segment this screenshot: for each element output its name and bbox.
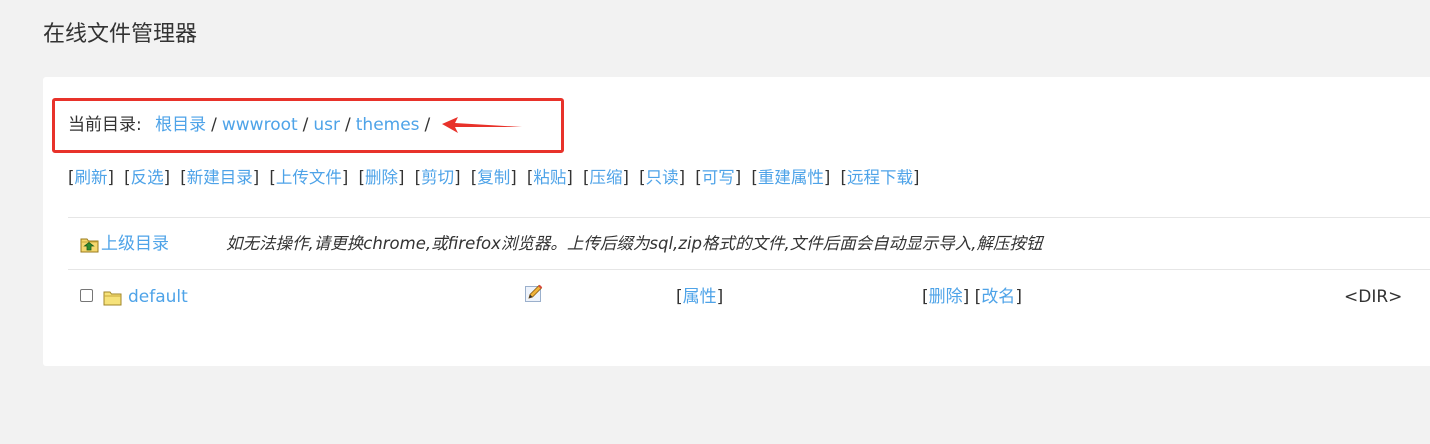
breadcrumb-item-root[interactable]: 根目录: [155, 115, 206, 135]
paste-button[interactable]: 粘贴: [533, 168, 566, 187]
divider: [68, 217, 1430, 218]
breadcrumb-item-themes[interactable]: themes: [356, 115, 420, 135]
breadcrumb-item-usr[interactable]: usr: [313, 115, 340, 135]
folder-icon: [103, 291, 122, 306]
edit-icon[interactable]: [524, 283, 544, 303]
writable-button[interactable]: 可写: [702, 168, 735, 187]
breadcrumb: 当前目录: 根目录 / wwwroot / usr / themes /: [68, 113, 435, 137]
folder-up-icon[interactable]: [80, 235, 99, 253]
remote-download-button[interactable]: 远程下载: [847, 168, 913, 187]
cut-button[interactable]: 剪切: [421, 168, 454, 187]
rebuild-attributes-button[interactable]: 重建属性: [758, 168, 824, 187]
file-manager-panel: 当前目录: 根目录 / wwwroot / usr / themes / [刷新] [反选] …: [43, 77, 1430, 366]
file-name-link[interactable]: default: [128, 284, 188, 310]
file-select-checkbox[interactable]: [80, 289, 93, 302]
breadcrumb-label: 当前目录:: [68, 115, 142, 135]
read-only-button[interactable]: 只读: [646, 168, 679, 187]
attributes-cell: [属性]: [676, 287, 724, 307]
invert-selection-button[interactable]: 反选: [131, 168, 164, 187]
refresh-button[interactable]: 刷新: [74, 168, 107, 187]
compress-button[interactable]: 压缩: [589, 168, 622, 187]
upload-file-button[interactable]: 上传文件: [276, 168, 342, 187]
toolbar: [刷新] [反选] [新建目录] [上传文件] [删除] [剪切] [复制] […: [68, 168, 920, 187]
rename-link[interactable]: 改名: [981, 287, 1015, 307]
notice-text: 如无法操作,请更换chrome,或firefox浏览器。上传后缀为sql,zip…: [226, 234, 1043, 253]
table-row: default [属性] [删除] [改名] <DIR>: [80, 284, 1430, 310]
breadcrumb-separator: /: [345, 115, 351, 135]
annotation-arrow-icon: [442, 117, 522, 133]
parent-directory-row: 上级目录: [80, 232, 169, 256]
breadcrumb-separator: /: [211, 115, 217, 135]
page-title: 在线文件管理器: [43, 22, 198, 47]
attributes-link[interactable]: 属性: [683, 287, 717, 307]
parent-directory-link[interactable]: 上级目录: [101, 232, 169, 256]
delete-button[interactable]: 删除: [365, 168, 398, 187]
divider: [68, 269, 1430, 270]
file-size: <DIR>: [1344, 287, 1403, 307]
delete-link[interactable]: 删除: [929, 287, 963, 307]
copy-button[interactable]: 复制: [477, 168, 510, 187]
breadcrumb-separator: /: [302, 115, 309, 135]
breadcrumb-separator: /: [424, 115, 431, 135]
new-folder-button[interactable]: 新建目录: [187, 168, 253, 187]
breadcrumb-item-wwwroot[interactable]: wwwroot: [222, 115, 298, 135]
operations-cell: [删除] [改名]: [922, 287, 1022, 307]
